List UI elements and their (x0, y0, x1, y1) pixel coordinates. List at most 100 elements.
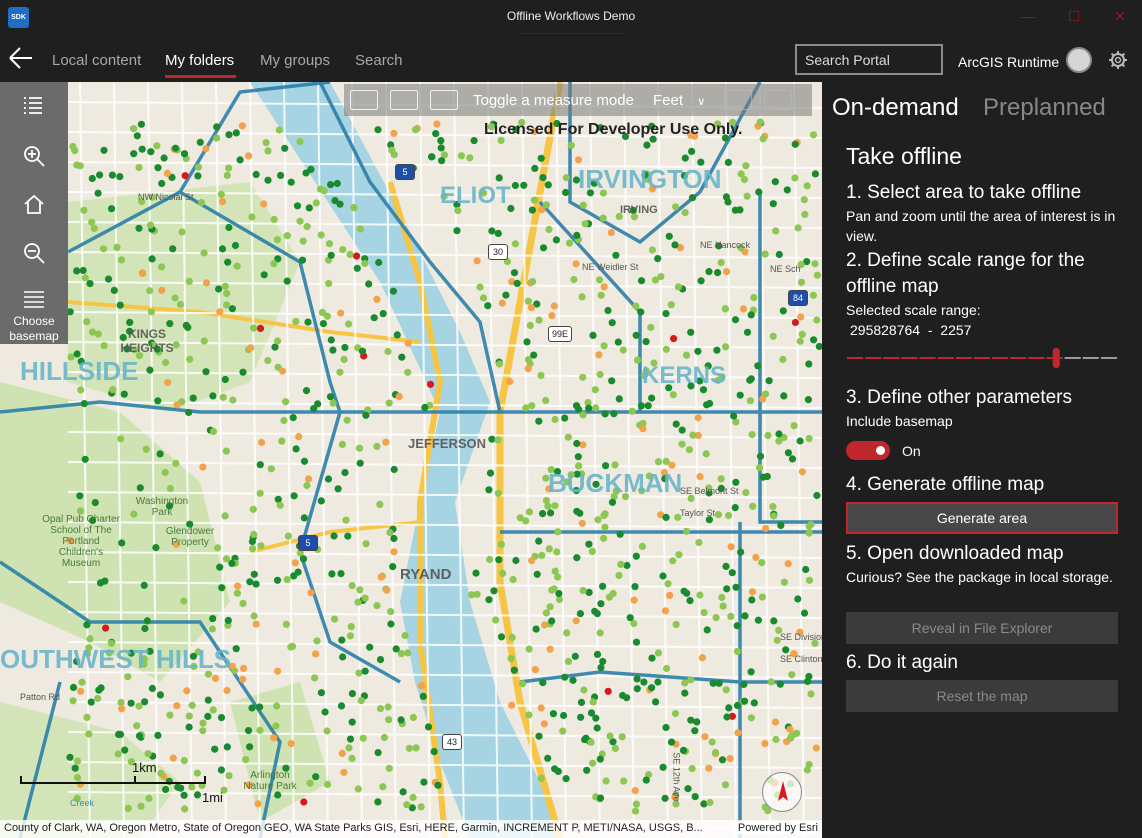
feature-point[interactable] (101, 577, 109, 585)
feature-point[interactable] (312, 650, 320, 658)
feature-point[interactable] (211, 674, 220, 683)
feature-point[interactable] (148, 255, 156, 263)
unit-select[interactable]: Feet ∨ (642, 87, 712, 113)
feature-point[interactable] (257, 542, 265, 550)
feature-point[interactable] (233, 589, 241, 597)
feature-point[interactable] (495, 556, 503, 564)
feature-point[interactable] (797, 313, 805, 321)
feature-point[interactable] (688, 194, 697, 202)
feature-point[interactable] (362, 411, 370, 419)
feature-point[interactable] (718, 756, 727, 764)
feature-point[interactable] (488, 435, 496, 443)
feature-point[interactable] (784, 560, 792, 568)
feature-point[interactable] (340, 768, 348, 776)
feature-point[interactable] (547, 509, 555, 517)
feature-point[interactable] (682, 527, 691, 535)
feature-point[interactable] (264, 176, 272, 184)
feature-point[interactable] (661, 607, 670, 615)
feature-point[interactable] (117, 256, 126, 264)
feature-point[interactable] (385, 716, 393, 724)
feature-point[interactable] (780, 578, 789, 586)
feature-point[interactable] (573, 439, 581, 448)
feature-point[interactable] (787, 734, 795, 742)
feature-point[interactable] (711, 748, 720, 757)
feature-point[interactable] (223, 743, 231, 751)
feature-point[interactable] (717, 475, 725, 483)
feature-point[interactable] (356, 225, 364, 233)
feature-point[interactable] (565, 239, 574, 247)
feature-point[interactable] (154, 164, 162, 172)
feature-point[interactable] (678, 426, 686, 434)
feature-point[interactable] (614, 338, 622, 346)
feature-point[interactable] (341, 469, 349, 477)
feature-point[interactable] (314, 400, 322, 408)
feature-point[interactable] (343, 416, 351, 424)
feature-point[interactable] (520, 181, 528, 189)
feature-point[interactable] (535, 537, 543, 545)
feature-point[interactable] (551, 415, 559, 424)
feature-point[interactable] (390, 534, 398, 543)
feature-point[interactable] (300, 798, 308, 806)
feature-point[interactable] (691, 793, 699, 801)
feature-point[interactable] (156, 691, 164, 699)
feature-point[interactable] (779, 355, 787, 363)
feature-point[interactable] (426, 380, 435, 388)
feature-point[interactable] (681, 209, 689, 217)
feature-point[interactable] (642, 338, 650, 346)
home-button[interactable] (0, 183, 68, 223)
feature-point[interactable] (287, 740, 295, 748)
feature-point[interactable] (567, 141, 575, 149)
feature-point[interactable] (633, 685, 641, 693)
feature-point[interactable] (604, 306, 612, 315)
feature-point[interactable] (758, 559, 766, 567)
feature-point[interactable] (737, 170, 745, 178)
feature-point[interactable] (264, 356, 272, 365)
feature-point[interactable] (139, 269, 147, 277)
feature-point[interactable] (342, 516, 350, 524)
feature-point[interactable] (250, 570, 258, 578)
feature-point[interactable] (780, 392, 788, 400)
feature-point[interactable] (356, 459, 364, 467)
feature-point[interactable] (498, 299, 506, 307)
feature-point[interactable] (506, 377, 514, 386)
feature-point[interactable] (287, 643, 295, 651)
feature-point[interactable] (632, 552, 640, 560)
feature-point[interactable] (722, 193, 731, 201)
feature-point[interactable] (728, 569, 736, 577)
feature-point[interactable] (776, 680, 784, 688)
feature-point[interactable] (525, 711, 533, 719)
feature-point[interactable] (695, 538, 703, 547)
feature-point[interactable] (648, 246, 657, 254)
feature-point[interactable] (533, 570, 541, 578)
compass-button[interactable] (762, 772, 802, 812)
feature-point[interactable] (346, 632, 354, 640)
feature-point[interactable] (618, 733, 626, 741)
feature-point[interactable] (689, 431, 697, 439)
feature-point[interactable] (722, 343, 730, 351)
feature-point[interactable] (95, 686, 103, 694)
feature-point[interactable] (798, 330, 806, 338)
feature-point[interactable] (812, 744, 820, 752)
feature-point[interactable] (494, 436, 502, 444)
feature-point[interactable] (605, 593, 614, 601)
feature-point[interactable] (714, 511, 723, 519)
feature-point[interactable] (703, 626, 711, 634)
feature-point[interactable] (409, 713, 417, 722)
feature-point[interactable] (662, 345, 670, 353)
feature-point[interactable] (615, 571, 623, 579)
feature-point[interactable] (256, 461, 264, 469)
feature-point[interactable] (420, 778, 428, 786)
feature-point[interactable] (107, 205, 116, 213)
feature-point[interactable] (276, 501, 284, 509)
feature-point[interactable] (485, 596, 493, 604)
feature-point[interactable] (169, 754, 177, 762)
feature-point[interactable] (696, 473, 704, 481)
feature-point[interactable] (594, 516, 602, 524)
feature-point[interactable] (637, 402, 646, 410)
feature-point[interactable] (135, 224, 143, 232)
feature-point[interactable] (759, 395, 767, 403)
feature-point[interactable] (647, 323, 655, 332)
feature-point[interactable] (213, 123, 221, 131)
feature-point[interactable] (200, 337, 208, 345)
feature-point[interactable] (88, 174, 96, 183)
